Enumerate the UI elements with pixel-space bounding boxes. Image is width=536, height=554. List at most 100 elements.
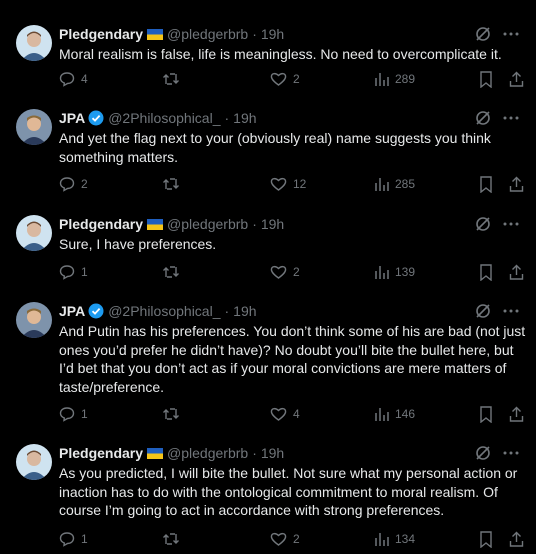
more-icon[interactable]	[502, 302, 520, 320]
share-button[interactable]	[509, 405, 524, 423]
separator-dot: ·	[252, 216, 257, 232]
views-button[interactable]: 289	[375, 70, 415, 88]
timestamp[interactable]: 19h	[233, 109, 256, 127]
reply-button[interactable]: 2	[59, 175, 88, 193]
share-icon	[509, 531, 524, 547]
bookmark-button[interactable]	[479, 405, 493, 423]
display-name[interactable]: Pledgendary	[59, 444, 143, 462]
reply-count: 1	[81, 407, 88, 421]
retweet-button[interactable]	[162, 405, 186, 423]
retweet-icon	[162, 531, 180, 547]
views-button[interactable]: 146	[375, 405, 415, 423]
like-icon	[270, 71, 287, 87]
grok-icon[interactable]	[474, 302, 492, 320]
share-icon	[509, 264, 524, 280]
user-handle[interactable]: @2Philosophical_	[108, 109, 220, 127]
tweet-text: Sure, I have preferences.	[59, 236, 217, 252]
views-icon	[375, 71, 389, 87]
like-icon	[270, 176, 287, 192]
views-button[interactable]: 139	[375, 263, 415, 281]
view-count: 285	[395, 177, 416, 191]
share-icon	[509, 71, 524, 87]
retweet-button[interactable]	[162, 263, 186, 281]
like-icon	[270, 264, 287, 280]
retweet-button[interactable]	[162, 175, 186, 193]
avatar[interactable]	[16, 215, 52, 251]
display-name[interactable]: Pledgendary	[59, 215, 143, 233]
tweet-text: Moral realism is false, life is meaningl…	[59, 46, 502, 62]
views-icon	[375, 406, 389, 422]
user-handle[interactable]: @pledgerbrb	[167, 444, 248, 462]
timestamp[interactable]: 19h	[261, 25, 284, 43]
bookmark-icon	[479, 405, 493, 423]
ukraine-flag-icon	[147, 28, 164, 40]
reply-count: 1	[81, 265, 88, 279]
reply-icon	[59, 531, 75, 547]
separator-dot: ·	[252, 26, 257, 42]
reply-button[interactable]: 4	[59, 70, 88, 88]
bookmark-button[interactable]	[479, 175, 493, 193]
like-count: 12	[293, 177, 307, 191]
view-count: 139	[395, 265, 416, 279]
grok-icon[interactable]	[474, 444, 492, 462]
views-icon	[375, 531, 389, 547]
display-name[interactable]: Pledgendary	[59, 25, 143, 43]
bookmark-button[interactable]	[479, 70, 493, 88]
views-button[interactable]: 285	[375, 175, 415, 193]
retweet-icon	[162, 71, 180, 87]
avatar[interactable]	[16, 109, 52, 145]
more-icon[interactable]	[502, 444, 520, 462]
separator-dot: ·	[224, 110, 230, 126]
reply-icon	[59, 406, 75, 422]
timestamp[interactable]: 19h	[233, 302, 256, 320]
more-icon[interactable]	[502, 25, 520, 43]
share-button[interactable]	[509, 263, 524, 281]
user-handle[interactable]: @2Philosophical_	[108, 302, 220, 320]
share-icon	[509, 176, 524, 192]
like-icon	[270, 406, 287, 422]
grok-icon[interactable]	[474, 25, 492, 43]
bookmark-button[interactable]	[479, 263, 493, 281]
retweet-icon	[162, 264, 180, 280]
more-icon[interactable]	[502, 215, 520, 233]
more-icon[interactable]	[502, 109, 520, 127]
display-name[interactable]: JPA	[59, 302, 85, 320]
like-button[interactable]: 4	[270, 405, 300, 423]
reply-button[interactable]: 1	[59, 405, 88, 423]
view-count: 289	[395, 72, 416, 86]
grok-icon[interactable]	[474, 109, 492, 127]
share-icon	[509, 406, 524, 422]
display-name[interactable]: JPA	[59, 109, 85, 127]
avatar[interactable]	[16, 302, 52, 338]
user-handle[interactable]: @pledgerbrb	[167, 25, 248, 43]
like-button[interactable]: 2	[270, 530, 300, 548]
share-button[interactable]	[509, 70, 524, 88]
reply-count: 2	[81, 177, 88, 191]
avatar[interactable]	[16, 25, 52, 61]
share-button[interactable]	[509, 175, 524, 193]
bookmark-button[interactable]	[479, 530, 493, 548]
grok-icon[interactable]	[474, 215, 492, 233]
share-button[interactable]	[509, 530, 524, 548]
user-handle[interactable]: @pledgerbrb	[167, 215, 248, 233]
views-icon	[375, 264, 389, 280]
like-count: 4	[293, 407, 300, 421]
bookmark-icon	[479, 530, 493, 548]
retweet-button[interactable]	[162, 530, 186, 548]
like-button[interactable]: 12	[270, 175, 306, 193]
timestamp[interactable]: 19h	[261, 215, 284, 233]
avatar[interactable]	[16, 444, 52, 480]
like-button[interactable]: 2	[270, 263, 300, 281]
verified-icon	[88, 303, 104, 319]
reply-button[interactable]: 1	[59, 263, 88, 281]
reply-button[interactable]: 1	[59, 530, 88, 548]
views-button[interactable]: 134	[375, 530, 415, 548]
retweet-button[interactable]	[162, 70, 186, 88]
reply-icon	[59, 264, 75, 280]
verified-icon	[88, 110, 104, 126]
timestamp[interactable]: 19h	[261, 444, 284, 462]
like-button[interactable]: 2	[270, 70, 300, 88]
bookmark-icon	[479, 263, 493, 281]
bookmark-icon	[479, 175, 493, 193]
reply-icon	[59, 176, 75, 192]
